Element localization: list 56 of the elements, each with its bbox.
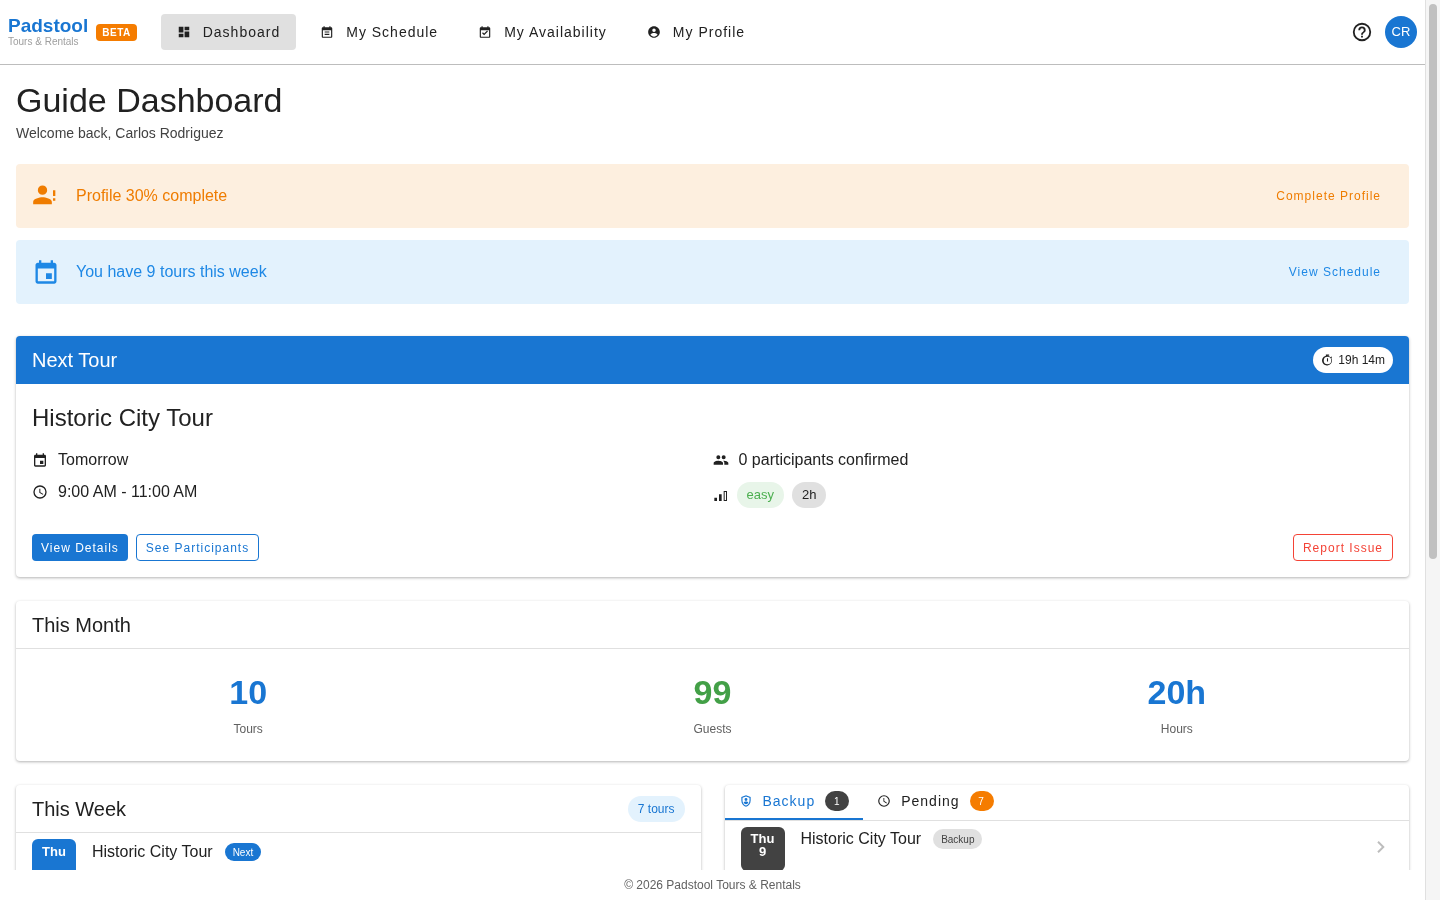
request-tab[interactable]: Pending 7 [863, 784, 1008, 820]
alert-text: You have 9 tours this week [76, 262, 267, 282]
tour-title: Historic City Tour [32, 403, 214, 433]
clock-icon [32, 484, 48, 500]
stat-value: 99 [693, 672, 732, 712]
backup-tag: Backup [933, 829, 983, 849]
duration-chip: 2h [791, 482, 827, 508]
countdown-chip: 19h 14m [1313, 347, 1393, 373]
stat-label: Hours [1160, 721, 1193, 738]
chevron-right-icon [1377, 841, 1385, 853]
stat-value: 10 [229, 672, 268, 712]
stat-label: Tours [233, 721, 263, 738]
tour-date: Tomorrow [58, 450, 129, 470]
nav-tab[interactable]: My Schedule [304, 14, 455, 50]
calendar-check-icon [478, 25, 493, 39]
account-icon [646, 25, 661, 39]
alert-text: Profile 30% complete [76, 186, 228, 206]
stat-value: 20h [1147, 672, 1207, 712]
report-issue-button[interactable]: Report Issue [1292, 534, 1393, 561]
nav-tab[interactable]: My Availability [462, 14, 623, 50]
card-title: This Week [32, 796, 127, 822]
count-badge: 1 [825, 791, 850, 811]
day-badge: Thu 9 [740, 827, 785, 870]
calendar-icon [32, 452, 48, 468]
card-title: This Month [32, 612, 131, 638]
next-tag: Next [224, 843, 262, 861]
tour-time: 9:00 AM - 11:00 AM [58, 482, 198, 502]
help-icon [1351, 21, 1373, 43]
page-subtitle: Welcome back, Carlos Rodriguez [16, 124, 225, 143]
brand-tagline: Tours & Rentals [8, 36, 80, 48]
page-title: Guide Dashboard [16, 81, 284, 119]
shield-person-icon [738, 794, 753, 808]
footer-text: © 2026 Padstool Tours & Rentals [624, 877, 801, 894]
dashboard-icon [176, 25, 191, 39]
nav-tab[interactable]: Dashboard [160, 14, 297, 50]
brand-name: Padstool [8, 16, 89, 36]
beta-badge: BETA [96, 23, 137, 41]
view-details-button[interactable]: View Details [32, 534, 128, 561]
stopwatch-icon [1321, 353, 1335, 367]
clock-icon [877, 794, 892, 808]
count-badge: 7 [969, 791, 994, 811]
nav-tab[interactable]: My Profile [630, 14, 762, 50]
tour-count-chip: 7 tours [627, 795, 685, 822]
difficulty-chip: easy [736, 482, 784, 508]
card-title: Next Tour [32, 348, 118, 373]
request-row[interactable]: Thu 9 Historic City Tour Backup [724, 821, 1409, 870]
group-icon [712, 452, 729, 468]
participants-count: 0 participants confirmed [738, 450, 909, 470]
request-tab[interactable]: Backup 1 [724, 784, 864, 820]
calendar-icon [320, 25, 335, 39]
tour-name: Historic City Tour [800, 830, 922, 848]
user-avatar[interactable]: CR [1385, 16, 1417, 48]
tour-name: Historic City Tour [92, 843, 213, 861]
stat-label: Guests [693, 721, 732, 738]
day-badge: Thu [32, 839, 76, 870]
see-participants-button[interactable]: See Participants [135, 534, 260, 561]
